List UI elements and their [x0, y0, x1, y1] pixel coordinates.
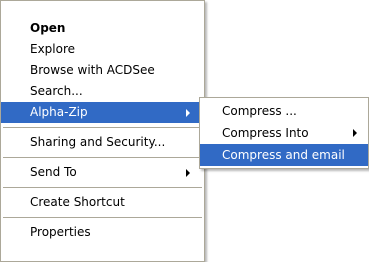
menu-separator — [3, 187, 202, 188]
menu-item-explore[interactable]: Explore — [1, 39, 204, 60]
submenu-arrow-icon — [186, 109, 190, 117]
submenu-arrow-icon — [353, 129, 357, 137]
submenu-item-compress-and-email[interactable]: Compress and email — [200, 144, 368, 166]
menu-item-open[interactable]: Open — [1, 18, 204, 39]
menu-separator — [3, 127, 202, 128]
menu-item-browse-with-acdsee[interactable]: Browse with ACDSee — [1, 60, 204, 81]
menu-item-alpha-zip-label: Alpha-Zip — [30, 105, 88, 119]
submenu-arrow-icon — [186, 169, 190, 177]
menu-item-send-to[interactable]: Send To — [1, 162, 204, 183]
menu-item-sharing-and-security[interactable]: Sharing and Security... — [1, 132, 204, 153]
menu-item-create-shortcut[interactable]: Create Shortcut — [1, 192, 204, 213]
menu-separator — [3, 157, 202, 158]
menu-separator — [3, 217, 202, 218]
menu-item-search[interactable]: Search... — [1, 81, 204, 102]
menu-item-properties[interactable]: Properties — [1, 222, 204, 243]
submenu-item-compress-into-label: Compress Into — [222, 126, 309, 140]
menu-item-alpha-zip[interactable]: Alpha-Zip — [1, 102, 204, 123]
alpha-zip-submenu: Compress ... Compress Into Compress and … — [199, 97, 369, 169]
submenu-item-compress[interactable]: Compress ... — [200, 100, 368, 122]
context-menu: Open Explore Browse with ACDSee Search..… — [0, 0, 205, 262]
submenu-item-compress-into[interactable]: Compress Into — [200, 122, 368, 144]
menu-item-send-to-label: Send To — [30, 165, 77, 179]
